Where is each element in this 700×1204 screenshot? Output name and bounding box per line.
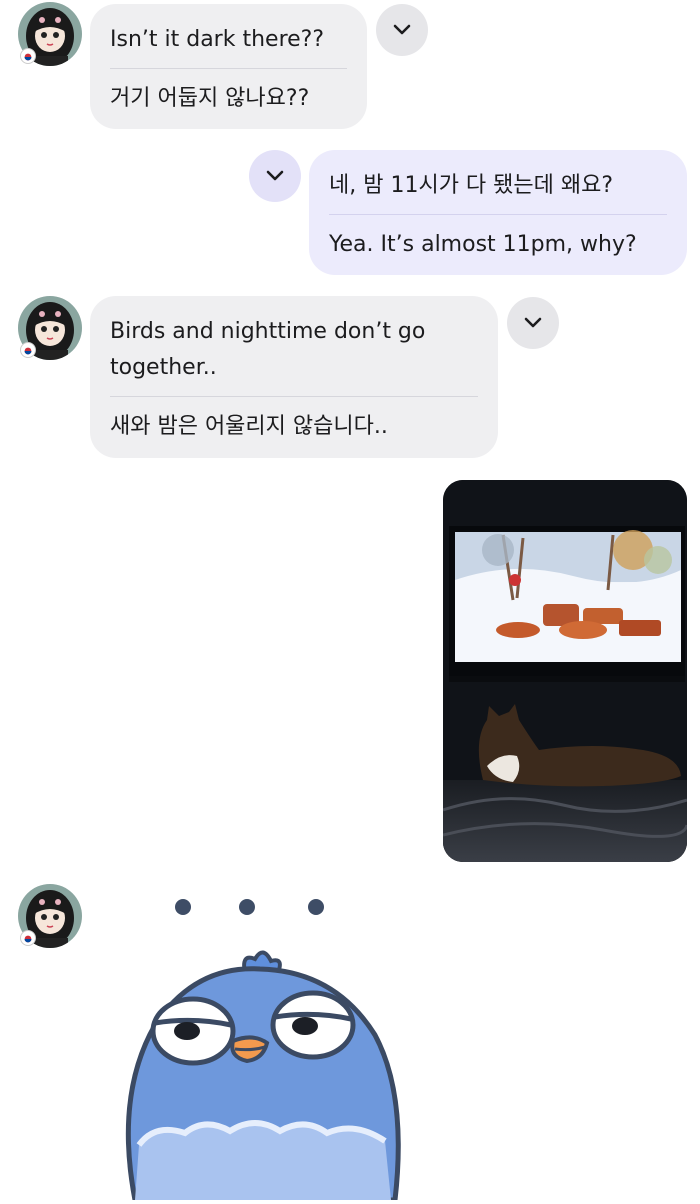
ellipsis-dot <box>308 899 324 915</box>
cat-watching-tv-photo[interactable] <box>443 480 687 862</box>
message-translation-text: Yea. It’s almost 11pm, why? <box>329 232 637 257</box>
message-bubble-incoming[interactable]: Birds and nighttime don’t go together.. … <box>90 296 498 458</box>
translation-divider <box>110 396 478 397</box>
expand-message-button[interactable] <box>376 4 428 56</box>
chevron-down-icon <box>393 24 411 35</box>
blue-bird-sticker[interactable] <box>95 945 415 1203</box>
message-bubble-outgoing[interactable]: 네, 밤 11시가 다 됐는데 왜요? Yea. It’s almost 11p… <box>309 150 687 275</box>
korea-flag-icon <box>20 930 36 946</box>
bird-sticker-image <box>125 950 401 1203</box>
message-original-text: Isn’t it dark there?? <box>110 27 325 52</box>
message-translation-text: 새와 밤은 어울리지 않습니다.. <box>110 414 388 439</box>
expand-message-button[interactable] <box>249 150 301 202</box>
translation-divider <box>110 68 347 69</box>
message-translation-text: 거기 어둡지 않나요?? <box>110 86 310 111</box>
message-bubble-incoming[interactable]: Isn’t it dark there?? 거기 어둡지 않나요?? <box>90 4 367 129</box>
expand-message-button[interactable] <box>507 297 559 349</box>
chevron-down-icon <box>524 317 542 328</box>
korea-flag-icon <box>20 48 36 64</box>
ellipsis-dot <box>175 899 191 915</box>
message-original-text: Birds and nighttime don’t go together.. <box>110 319 426 380</box>
ellipsis-dot <box>239 899 255 915</box>
chevron-down-icon <box>266 170 284 181</box>
translation-divider <box>329 214 667 215</box>
photo-image <box>443 480 687 862</box>
korea-flag-icon <box>20 342 36 358</box>
message-original-text: 네, 밤 11시가 다 됐는데 왜요? <box>329 173 614 198</box>
